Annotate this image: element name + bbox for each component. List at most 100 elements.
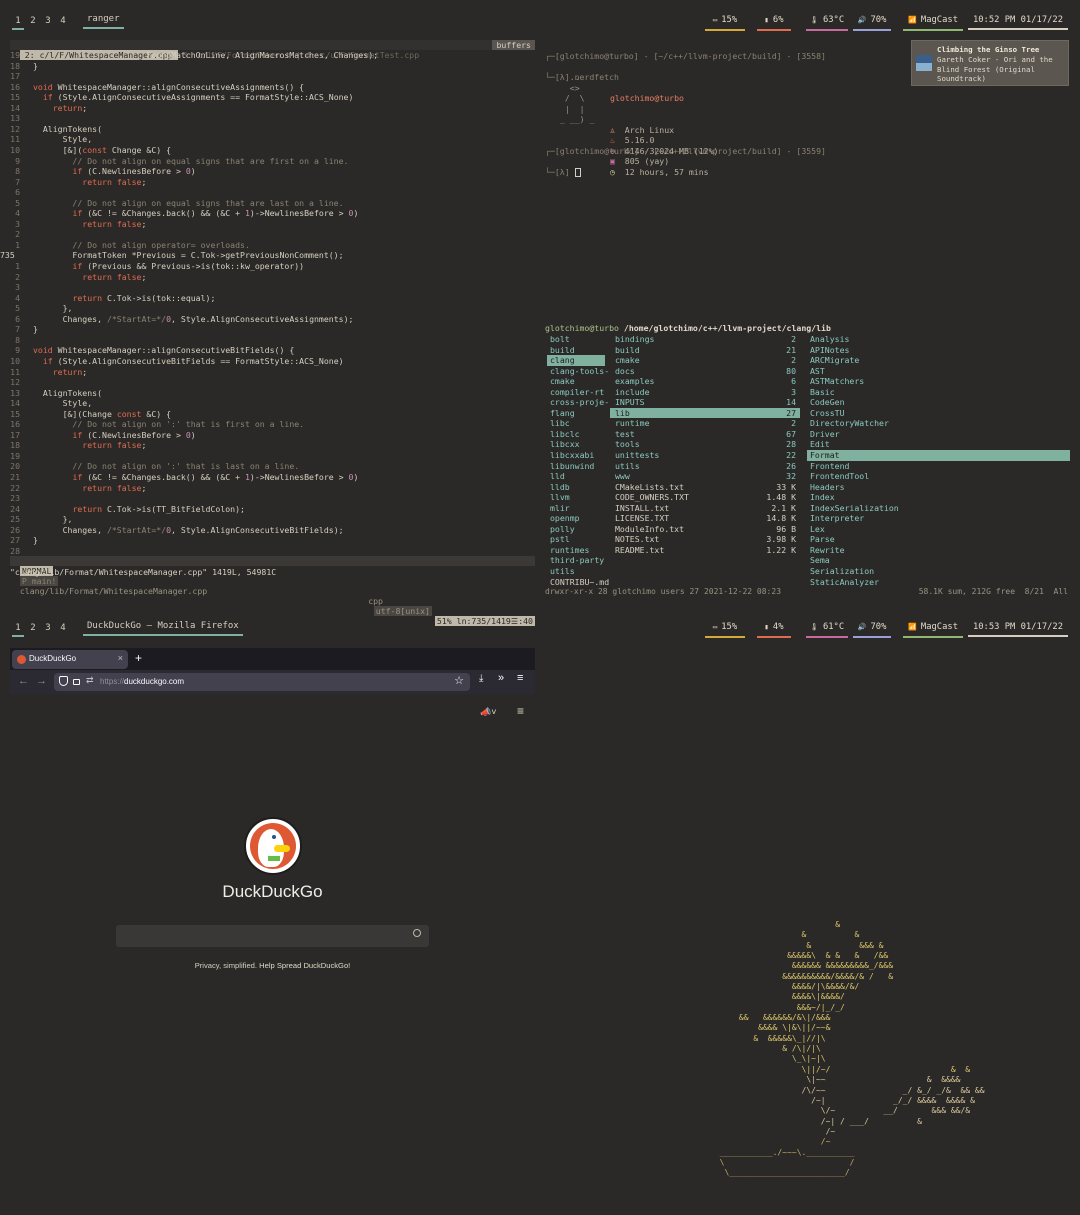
- workspace-2[interactable]: 2: [27, 16, 39, 26]
- vim-editor[interactable]: 19 FoundMatchOnLine, AlignMacrosMatches,…: [0, 50, 535, 555]
- forward-icon[interactable]: →: [36, 675, 47, 687]
- ranger-entry[interactable]: README.txt 1.22 K: [610, 545, 800, 556]
- workspace-4[interactable]: 4: [57, 16, 69, 26]
- ranger-entry[interactable]: Interpreter: [807, 513, 1070, 524]
- ranger-entry[interactable]: LICENSE.TXT 14.8 K: [610, 513, 800, 524]
- ranger-entry[interactable]: CONTRIBU~.md: [547, 577, 609, 588]
- ranger-entry[interactable]: CrossTU: [807, 408, 1070, 419]
- ranger-entry[interactable]: Format: [807, 450, 1070, 461]
- ranger-entry[interactable]: clang: [547, 355, 605, 366]
- ranger-entry[interactable]: Index: [807, 492, 1070, 503]
- permissions-icon[interactable]: ⇄: [86, 675, 94, 686]
- ranger-entry[interactable]: Basic: [807, 387, 1070, 398]
- ranger-entry[interactable]: bindings 2: [610, 334, 800, 345]
- ranger-entry[interactable]: include 3: [610, 387, 800, 398]
- url-text[interactable]: https://duckduckgo.com: [100, 677, 184, 686]
- shield-icon[interactable]: [59, 676, 68, 686]
- ranger-entry[interactable]: IndexSerialization: [807, 503, 1070, 514]
- ranger-entry[interactable]: third-party: [547, 555, 605, 566]
- overflow-icon[interactable]: »: [498, 672, 504, 684]
- ranger-entry[interactable]: ModuleInfo.txt 96 B: [610, 524, 800, 535]
- hamburger-menu-icon[interactable]: ≡: [517, 704, 524, 718]
- workspace-1[interactable]: 1: [12, 623, 24, 637]
- ranger-entry[interactable]: docs 80: [610, 366, 800, 377]
- ranger-entry[interactable]: polly: [547, 524, 605, 535]
- workspace-3[interactable]: 3: [42, 623, 54, 633]
- search-input[interactable]: [116, 925, 429, 947]
- ranger-entry[interactable]: bolt: [547, 334, 605, 345]
- ranger-entry[interactable]: INSTALL.txt 2.1 K: [610, 503, 800, 514]
- ranger-entry[interactable]: openmp: [547, 513, 605, 524]
- close-tab-icon[interactable]: ×: [118, 653, 123, 663]
- ranger-entry[interactable]: test 67: [610, 429, 800, 440]
- ranger-entry[interactable]: APINotes: [807, 345, 1070, 356]
- ranger-entry[interactable]: Headers: [807, 482, 1070, 493]
- back-icon[interactable]: ←: [18, 675, 29, 687]
- help-spread-link[interactable]: Help Spread DuckDuckGo!: [259, 961, 350, 970]
- megaphone-icon[interactable]: 📣˅: [480, 707, 496, 718]
- ranger-entry[interactable]: CMakeLists.txt 33 K: [610, 482, 800, 493]
- ranger-parent-column[interactable]: bolt build clang clang-tools-cmake compiler-…: [547, 334, 609, 588]
- workspace-4[interactable]: 4: [57, 623, 69, 633]
- workspace-2[interactable]: 2: [27, 623, 39, 633]
- ranger-entry[interactable]: runtime 2: [610, 418, 800, 429]
- ranger-entry[interactable]: DirectoryWatcher: [807, 418, 1070, 429]
- tab-duckduckgo[interactable]: DuckDuckGo ×: [12, 650, 128, 669]
- ranger-entry[interactable]: cmake 2: [610, 355, 800, 366]
- ranger-entry[interactable]: Driver: [807, 429, 1070, 440]
- ranger-entry[interactable]: flang: [547, 408, 605, 419]
- ranger-entry[interactable]: CodeGen: [807, 397, 1070, 408]
- ranger-entry[interactable]: ARCMigrate: [807, 355, 1070, 366]
- ranger-entry[interactable]: runtimes: [547, 545, 605, 556]
- ranger-entry[interactable]: Lex: [807, 524, 1070, 535]
- ranger-entry[interactable]: Serialization: [807, 566, 1070, 577]
- ranger-entry[interactable]: clang-tools-: [547, 366, 609, 377]
- ranger-entry[interactable]: Sema: [807, 555, 1070, 566]
- ranger-entry[interactable]: lib 27: [610, 407, 800, 419]
- menu-icon[interactable]: ≡: [517, 672, 523, 684]
- ranger-entry[interactable]: cross-proje-: [547, 397, 609, 408]
- url-bar[interactable]: ⇄ https://duckduckgo.com ☆: [54, 673, 470, 691]
- ranger-entry[interactable]: mlir: [547, 503, 605, 514]
- ranger-entry[interactable]: Analysis: [807, 334, 1070, 345]
- lock-icon[interactable]: [73, 679, 80, 685]
- ranger-entry[interactable]: libc: [547, 418, 605, 429]
- ranger-entry[interactable]: Rewrite: [807, 545, 1070, 556]
- ranger-preview-column[interactable]: Analysis APINotes ARCMigrate AST ASTMatchers…: [807, 334, 1070, 587]
- ranger-entry[interactable]: build 21: [610, 345, 800, 356]
- ranger-entry[interactable]: build: [547, 345, 605, 356]
- ranger-entry[interactable]: examples 6: [610, 376, 800, 387]
- bookmark-star-icon[interactable]: ☆: [454, 674, 464, 687]
- ranger-entry[interactable]: cmake: [547, 376, 605, 387]
- ranger-entry[interactable]: libclc: [547, 429, 605, 440]
- ranger-entry[interactable]: AST: [807, 366, 1070, 377]
- ranger-entry[interactable]: Frontend: [807, 461, 1070, 472]
- ranger-entry[interactable]: www 32: [610, 471, 800, 482]
- workspace-1[interactable]: 1: [12, 16, 24, 30]
- music-notification[interactable]: Climbing the Ginso Tree Gareth Coker - O…: [911, 40, 1069, 86]
- ranger-entry[interactable]: llvm: [547, 492, 605, 503]
- ranger-entry[interactable]: utils: [547, 566, 605, 577]
- ranger-entry[interactable]: unittests 22: [610, 450, 800, 461]
- search-icon[interactable]: [413, 929, 421, 937]
- ranger-entry[interactable]: pstl: [547, 534, 605, 545]
- ranger-entry[interactable]: libcxx: [547, 439, 605, 450]
- ranger-entry[interactable]: ASTMatchers: [807, 376, 1070, 387]
- downloads-icon[interactable]: ⤓: [479, 673, 483, 684]
- ranger-entry[interactable]: Parse: [807, 534, 1070, 545]
- workspace-3[interactable]: 3: [42, 16, 54, 26]
- ranger-entry[interactable]: StaticAnalyzer: [807, 577, 1070, 588]
- ranger-entry[interactable]: NOTES.txt 3.98 K: [610, 534, 800, 545]
- ranger-entry[interactable]: CODE_OWNERS.TXT 1.48 K: [610, 492, 800, 503]
- ranger-entry[interactable]: Edit: [807, 439, 1070, 450]
- ranger-entry[interactable]: lld: [547, 471, 605, 482]
- ranger-entry[interactable]: FrontendTool: [807, 471, 1070, 482]
- new-tab-icon[interactable]: +: [135, 651, 142, 665]
- ranger-current-column[interactable]: bindings 2 build 21 cmake 2 docs 80 examples 6 inc…: [610, 334, 800, 555]
- ranger-entry[interactable]: lldb: [547, 482, 605, 493]
- ranger-entry[interactable]: INPUTS 14: [610, 397, 800, 408]
- ranger-entry[interactable]: utils 26: [610, 461, 800, 472]
- ranger-entry[interactable]: compiler-rt: [547, 387, 605, 398]
- ranger-entry[interactable]: libunwind: [547, 461, 605, 472]
- ranger-entry[interactable]: libcxxabi: [547, 450, 605, 461]
